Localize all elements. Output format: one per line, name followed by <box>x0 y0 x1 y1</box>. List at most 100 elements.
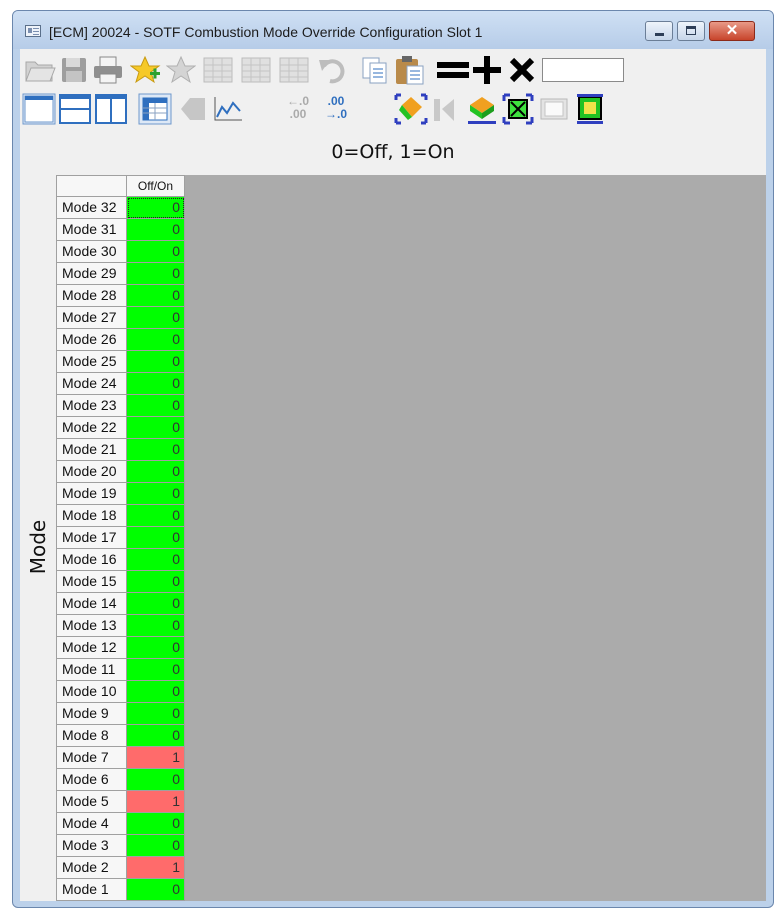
row-header[interactable]: Mode 27 <box>56 307 127 329</box>
increase-decimals-icon[interactable]: .00 →.0 <box>320 95 352 123</box>
table-corner-header[interactable] <box>56 175 127 197</box>
value-cell[interactable]: 0 <box>127 461 185 483</box>
table-area[interactable]: Mode Off/On Mode 32 0 Mode 31 0 Mode 30 0 Mode… <box>20 175 766 901</box>
table-columns-icon[interactable] <box>240 56 272 84</box>
row-header[interactable]: Mode 32 <box>56 197 127 219</box>
row-header[interactable]: Mode 5 <box>56 791 127 813</box>
row-header[interactable]: Mode 4 <box>56 813 127 835</box>
color-fill-disabled-icon[interactable] <box>430 93 460 125</box>
row-header[interactable]: Mode 21 <box>56 439 127 461</box>
value-cell[interactable]: 0 <box>127 373 185 395</box>
row-header[interactable]: Mode 23 <box>56 395 127 417</box>
layout-top-icon[interactable] <box>22 93 56 125</box>
layout-split-horizontal-icon[interactable] <box>58 93 92 125</box>
equals-icon[interactable] <box>436 59 470 81</box>
layout-split-vertical-icon[interactable] <box>94 93 128 125</box>
decrease-decimals-icon[interactable]: ←.0 .00 <box>282 95 314 123</box>
value-cell[interactable]: 0 <box>127 219 185 241</box>
row-header[interactable]: Mode 24 <box>56 373 127 395</box>
table-icon[interactable] <box>202 56 234 84</box>
value-cell[interactable]: 1 <box>127 747 185 769</box>
row-header[interactable]: Mode 26 <box>56 329 127 351</box>
value-cell[interactable]: 0 <box>127 505 185 527</box>
value-cell[interactable]: 0 <box>127 351 185 373</box>
add-favorite-icon[interactable] <box>130 55 162 85</box>
open-folder-icon[interactable] <box>24 56 56 84</box>
value-cell[interactable]: 1 <box>127 791 185 813</box>
maximize-button[interactable] <box>677 21 705 41</box>
plus-icon[interactable] <box>472 55 502 85</box>
value-cell[interactable]: 0 <box>127 725 185 747</box>
value-cell[interactable]: 0 <box>127 571 185 593</box>
row-header[interactable]: Mode 15 <box>56 571 127 593</box>
value-cell[interactable]: 0 <box>127 395 185 417</box>
row-header[interactable]: Mode 9 <box>56 703 127 725</box>
row-header[interactable]: Mode 13 <box>56 615 127 637</box>
paste-icon[interactable] <box>394 54 426 86</box>
value-cell[interactable]: 0 <box>127 483 185 505</box>
table-rows-icon[interactable] <box>278 56 310 84</box>
value-cell[interactable]: 1 <box>127 857 185 879</box>
copy-icon[interactable] <box>360 55 390 85</box>
table-view-icon[interactable] <box>138 93 172 125</box>
row-header[interactable]: Mode 1 <box>56 879 127 901</box>
value-cell[interactable]: 0 <box>127 527 185 549</box>
value-input[interactable] <box>542 58 624 82</box>
row-header[interactable]: Mode 25 <box>56 351 127 373</box>
row-header[interactable]: Mode 7 <box>56 747 127 769</box>
value-cell[interactable]: 0 <box>127 681 185 703</box>
column-header-off-on[interactable]: Off/On <box>127 175 185 197</box>
row-header[interactable]: Mode 3 <box>56 835 127 857</box>
undo-icon[interactable] <box>318 56 348 84</box>
row-header[interactable]: Mode 2 <box>56 857 127 879</box>
row-header[interactable]: Mode 31 <box>56 219 127 241</box>
value-cell[interactable]: 0 <box>127 241 185 263</box>
close-button[interactable]: ✕ <box>709 21 755 41</box>
row-header[interactable]: Mode 22 <box>56 417 127 439</box>
value-cell[interactable]: 0 <box>127 659 185 681</box>
color-layer-icon[interactable] <box>466 93 498 125</box>
value-cell[interactable]: 0 <box>127 307 185 329</box>
row-header[interactable]: Mode 10 <box>56 681 127 703</box>
value-cell[interactable]: 0 <box>127 879 185 901</box>
border-box-icon[interactable] <box>574 93 606 125</box>
row-header[interactable]: Mode 28 <box>56 285 127 307</box>
value-cell[interactable]: 0 <box>127 285 185 307</box>
value-cell[interactable]: 0 <box>127 835 185 857</box>
value-cell[interactable]: 0 <box>127 263 185 285</box>
save-icon[interactable] <box>60 56 88 84</box>
row-header[interactable]: Mode 12 <box>56 637 127 659</box>
row-header[interactable]: Mode 8 <box>56 725 127 747</box>
tag-icon[interactable] <box>178 95 208 123</box>
row-header[interactable]: Mode 19 <box>56 483 127 505</box>
value-cell[interactable]: 0 <box>127 637 185 659</box>
value-cell[interactable]: 0 <box>127 615 185 637</box>
value-cell[interactable]: 0 <box>127 703 185 725</box>
row-header[interactable]: Mode 17 <box>56 527 127 549</box>
value-cell[interactable]: 0 <box>127 769 185 791</box>
value-cell[interactable]: 0 <box>127 417 185 439</box>
value-cell[interactable]: 0 <box>127 439 185 461</box>
row-header[interactable]: Mode 20 <box>56 461 127 483</box>
row-header[interactable]: Mode 29 <box>56 263 127 285</box>
value-cell[interactable]: 0 <box>127 813 185 835</box>
title-bar[interactable]: [ECM] 20024 - SOTF Combustion Mode Overr… <box>13 11 773 49</box>
chart-line-icon[interactable] <box>212 95 244 123</box>
value-cell[interactable]: 0 <box>127 197 185 219</box>
row-header[interactable]: Mode 6 <box>56 769 127 791</box>
remove-favorite-icon[interactable] <box>166 55 196 85</box>
row-header[interactable]: Mode 14 <box>56 593 127 615</box>
multiply-icon[interactable] <box>508 56 536 84</box>
minimize-button[interactable] <box>645 21 673 41</box>
row-header[interactable]: Mode 30 <box>56 241 127 263</box>
row-header[interactable]: Mode 11 <box>56 659 127 681</box>
color-fill-icon[interactable] <box>394 93 428 125</box>
value-cell[interactable]: 0 <box>127 593 185 615</box>
print-icon[interactable] <box>92 56 124 84</box>
select-cell-icon[interactable] <box>502 93 534 125</box>
value-cell[interactable]: 0 <box>127 549 185 571</box>
value-cell[interactable]: 0 <box>127 329 185 351</box>
border-none-icon[interactable] <box>538 93 570 125</box>
row-header[interactable]: Mode 18 <box>56 505 127 527</box>
row-header[interactable]: Mode 16 <box>56 549 127 571</box>
